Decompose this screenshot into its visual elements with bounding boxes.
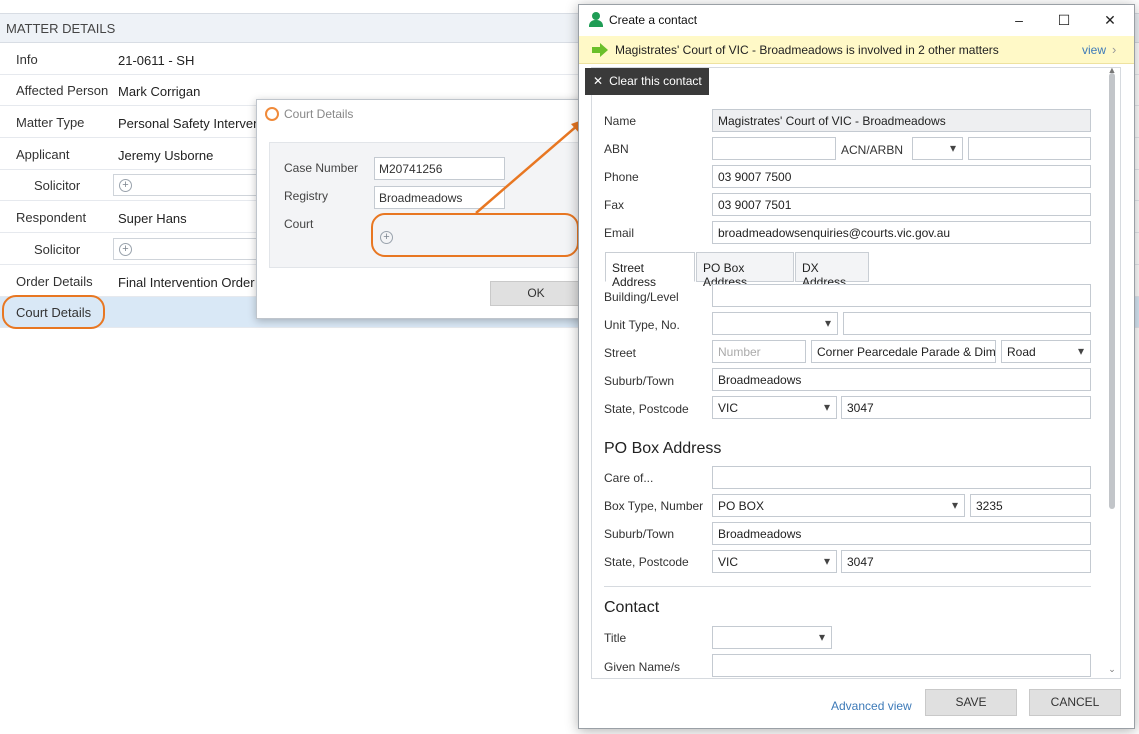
suburb-input[interactable]: Broadmeadows	[712, 368, 1091, 391]
state-postcode-label: State, Postcode	[604, 402, 689, 416]
save-button[interactable]: SAVE	[925, 689, 1017, 716]
row-value: Personal Safety Interven	[118, 116, 261, 131]
email-input[interactable]: broadmeadowsenquiries@courts.vic.gov.au	[712, 221, 1091, 244]
row-label: Affected Person	[16, 83, 109, 98]
minimize-icon[interactable]: –	[1004, 9, 1034, 31]
close-icon[interactable]: ✕	[1095, 9, 1125, 31]
po-box-heading: PO Box Address	[604, 440, 722, 457]
po-suburb-input[interactable]: Broadmeadows	[712, 522, 1091, 545]
clipped-row: Given Name/s	[592, 654, 1106, 678]
title-label: Title	[604, 631, 627, 645]
unit-type-select[interactable]	[712, 312, 838, 335]
scroll-thumb[interactable]	[1109, 73, 1115, 509]
banner-view-link[interactable]: view	[1082, 43, 1106, 57]
row-label: Applicant	[16, 147, 70, 162]
building-input[interactable]	[712, 284, 1091, 307]
clear-contact-button[interactable]: ✕ Clear this contact	[585, 68, 709, 95]
acn-type-select[interactable]	[912, 137, 963, 160]
row-label: Respondent	[16, 210, 87, 225]
row-value: Mark Corrigan	[118, 84, 201, 99]
care-of-input[interactable]	[712, 466, 1091, 489]
add-solicitor-field[interactable]: +	[113, 174, 263, 196]
abn-input[interactable]	[712, 137, 836, 160]
add-icon[interactable]: +	[119, 243, 132, 256]
care-of-label: Care of...	[604, 471, 654, 485]
row-value: Jeremy Usborne	[118, 148, 214, 163]
phone-input[interactable]: 03 9007 7500	[712, 165, 1091, 188]
box-type-select[interactable]: PO BOX	[712, 494, 965, 517]
matters-banner: Magistrates' Court of VIC - Broadmeadows…	[579, 36, 1134, 64]
scroll-down-icon[interactable]: ⌄	[1107, 664, 1117, 675]
street-type-select[interactable]: Road	[1001, 340, 1091, 363]
banner-text: Magistrates' Court of VIC - Broadmeadows…	[615, 43, 999, 57]
court-dialog-title-text: Court Details	[284, 107, 354, 121]
arrow-right-icon	[592, 43, 608, 57]
title-select[interactable]	[712, 626, 832, 649]
contact-heading: Contact	[604, 599, 660, 616]
court-dialog-title: Court Details	[265, 107, 353, 121]
tab-po-box-address[interactable]: PO Box Address	[696, 252, 794, 289]
given-name-input[interactable]	[712, 654, 1091, 677]
phone-label: Phone	[604, 170, 639, 184]
tab-dx-address[interactable]: DX Address	[795, 252, 869, 289]
acn-input[interactable]	[968, 137, 1091, 160]
case-number-label: Case Number	[284, 161, 359, 175]
state-select[interactable]: VIC	[712, 396, 837, 419]
row-label: Matter Type	[16, 115, 85, 130]
court-label: Court	[284, 217, 314, 231]
row-value: Final Intervention Order	[118, 275, 255, 290]
annotation-oval-court-details	[2, 295, 105, 329]
fax-input[interactable]: 03 9007 7501	[712, 193, 1091, 216]
tab-street-address[interactable]: Street Address	[605, 252, 695, 289]
row-label: Solicitor	[34, 178, 81, 193]
building-label: Building/Level	[604, 290, 679, 304]
maximize-icon[interactable]: ☐	[1049, 9, 1079, 31]
cancel-button[interactable]: CANCEL	[1029, 689, 1121, 716]
ok-button[interactable]: OK	[490, 281, 582, 306]
po-postcode-input[interactable]: 3047	[841, 550, 1091, 573]
street-number-input[interactable]: Number	[712, 340, 806, 363]
section-divider	[604, 586, 1091, 587]
annotation-arrow	[475, 119, 585, 214]
name-label: Name	[604, 114, 637, 128]
row-label: Order Details	[16, 274, 93, 289]
postcode-input[interactable]: 3047	[841, 396, 1091, 419]
row-label: Info	[16, 52, 38, 67]
close-icon: ✕	[593, 74, 604, 88]
form-scrollbar[interactable]: ▲ ⌄	[1107, 65, 1117, 679]
po-state-select[interactable]: VIC	[712, 550, 837, 573]
row-value: 21-0611 - SH	[118, 53, 195, 68]
window-titlebar: Create a contact – ☐ ✕	[579, 5, 1134, 35]
street-label: Street	[604, 346, 637, 360]
unit-label: Unit Type, No.	[604, 318, 680, 332]
po-suburb-label: Suburb/Town	[604, 527, 675, 541]
window-title: Create a contact	[609, 13, 698, 27]
abn-label: ABN	[604, 142, 629, 156]
given-name-label: Given Name/s	[604, 660, 681, 674]
chevron-right-icon[interactable]: ›	[1112, 42, 1116, 57]
po-state-label: State, Postcode	[604, 555, 689, 569]
box-type-label: Box Type, Number	[604, 499, 704, 513]
box-number-input[interactable]: 3235	[970, 494, 1091, 517]
street-name-input[interactable]: Corner Pearcedale Parade & Dimboola Road	[811, 340, 996, 363]
app-logo-icon	[265, 107, 279, 121]
row-value: Super Hans	[118, 211, 187, 226]
unit-number-input[interactable]	[843, 312, 1091, 335]
registry-label: Registry	[284, 189, 329, 203]
clear-contact-label: Clear this contact	[609, 74, 702, 88]
person-icon	[589, 12, 603, 28]
add-solicitor-field[interactable]: +	[113, 238, 263, 260]
create-contact-window: Create a contact – ☐ ✕ Magistrates' Cour…	[578, 4, 1135, 729]
advanced-view-link[interactable]: Advanced view	[831, 699, 912, 713]
acn-label: ACN/ARBN	[841, 143, 904, 157]
email-label: Email	[604, 226, 635, 240]
add-icon[interactable]: +	[119, 179, 132, 192]
window-footer: Advanced view SAVE CANCEL	[579, 680, 1134, 728]
suburb-label: Suburb/Town	[604, 374, 675, 388]
row-label: Solicitor	[34, 242, 81, 257]
fax-label: Fax	[604, 198, 625, 212]
name-input[interactable]: Magistrates' Court of VIC - Broadmeadows	[712, 109, 1091, 132]
